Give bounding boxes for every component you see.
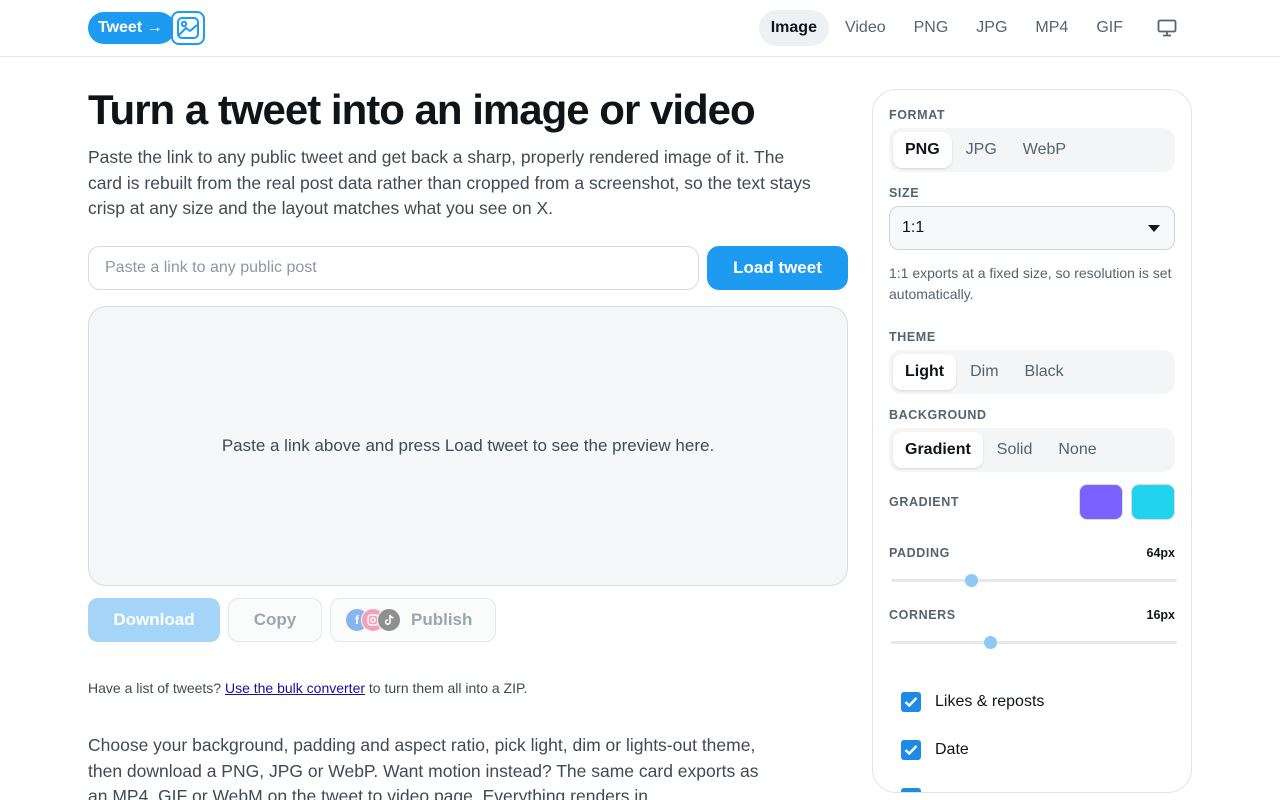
theme-segmented: Light Dim Black xyxy=(889,350,1175,394)
bulk-hint: Have a list of tweets? Use the bulk conv… xyxy=(88,680,527,696)
nav-gif[interactable]: GIF xyxy=(1084,10,1135,46)
logo-text: Tweet → xyxy=(88,12,175,44)
likes-reposts-toggle[interactable]: Likes & reposts xyxy=(901,692,1044,712)
preview-area: Paste a link above and press Load tweet … xyxy=(88,306,848,586)
theme-option-dim[interactable]: Dim xyxy=(958,354,1010,390)
theme-label: THEME xyxy=(889,330,936,344)
corners-slider-track xyxy=(891,641,1177,644)
date-label: Date xyxy=(935,741,969,758)
download-button[interactable]: Download xyxy=(88,598,220,642)
main-nav: Image Video PNG JPG MP4 GIF xyxy=(758,10,1185,46)
nav-jpg[interactable]: JPG xyxy=(964,10,1019,46)
nav-mp4[interactable]: MP4 xyxy=(1023,10,1080,46)
size-hint: 1:1 exports at a fixed size, so resoluti… xyxy=(889,265,1172,302)
size-value: 1:1 xyxy=(902,219,925,236)
logo[interactable]: Tweet → xyxy=(88,11,205,45)
settings-panel: FORMAT PNG JPG WebP SIZE 1:1 1:1 exports… xyxy=(872,89,1192,793)
copy-button[interactable]: Copy xyxy=(228,598,322,642)
format-segmented: PNG JPG WebP xyxy=(889,128,1175,172)
publish-label: Publish xyxy=(411,610,473,629)
checkbox-checked-icon[interactable] xyxy=(901,692,921,712)
social-icons: f xyxy=(345,608,401,632)
corners-value: 16px xyxy=(1146,608,1176,622)
checkbox-checked-icon[interactable] xyxy=(901,740,921,760)
likes-reposts-label: Likes & reposts xyxy=(935,693,1045,710)
theme-option-light[interactable]: Light xyxy=(893,354,957,390)
nav-video[interactable]: Video xyxy=(833,10,898,46)
format-label: FORMAT xyxy=(889,108,946,122)
background-option-none[interactable]: None xyxy=(1046,432,1108,468)
image-icon xyxy=(170,11,205,45)
corners-slider[interactable] xyxy=(891,634,1177,650)
corners-label: CORNERS xyxy=(889,608,956,622)
padding-slider-thumb[interactable] xyxy=(965,574,979,587)
format-option-webp[interactable]: WebP xyxy=(1011,132,1078,168)
action-bar: Download Copy f Publish xyxy=(88,598,496,642)
nav-image[interactable]: Image xyxy=(758,10,829,46)
page-title: Turn a tweet into an image or video xyxy=(88,86,756,133)
background-option-solid[interactable]: Solid xyxy=(985,432,1045,468)
tiktok-icon xyxy=(377,608,401,632)
nav-png[interactable]: PNG xyxy=(902,10,961,46)
gradient-label: GRADIENT xyxy=(889,495,960,509)
chevron-down-icon xyxy=(1148,225,1160,232)
site-header: Tweet → Image Video PNG JPG MP4 GIF xyxy=(0,0,1280,57)
preview-placeholder: Paste a link above and press Load tweet … xyxy=(221,436,715,455)
background-label: BACKGROUND xyxy=(889,408,987,422)
tweet-url-input[interactable] xyxy=(88,246,699,290)
gradient-start-swatch[interactable] xyxy=(1079,484,1123,520)
background-segmented: Gradient Solid None xyxy=(889,428,1175,472)
padding-label: PADDING xyxy=(889,546,950,560)
format-option-png[interactable]: PNG xyxy=(893,132,952,168)
gradient-end-swatch[interactable] xyxy=(1131,484,1175,520)
format-option-jpg[interactable]: JPG xyxy=(954,132,1009,168)
bulk-converter-link[interactable]: Use the bulk converter xyxy=(225,680,365,696)
publish-button[interactable]: f Publish xyxy=(330,598,496,642)
size-select[interactable]: 1:1 xyxy=(889,206,1175,250)
bulk-suffix: to turn them all into a ZIP. xyxy=(368,680,528,696)
load-tweet-button[interactable]: Load tweet xyxy=(707,246,848,290)
corners-slider-thumb[interactable] xyxy=(983,636,997,649)
padding-slider[interactable] xyxy=(891,572,1177,588)
monitor-icon[interactable] xyxy=(1149,10,1185,46)
theme-option-black[interactable]: Black xyxy=(1013,354,1076,390)
body-paragraph: Choose your background, padding and aspe… xyxy=(88,735,759,800)
checkbox-checked-icon[interactable] xyxy=(901,788,921,792)
size-label: SIZE xyxy=(889,186,920,200)
page-lead: Paste the link to any public tweet and g… xyxy=(88,147,811,218)
padding-slider-track xyxy=(891,579,1177,582)
background-option-gradient[interactable]: Gradient xyxy=(893,432,983,468)
date-toggle[interactable]: Date xyxy=(901,740,969,760)
bulk-prefix: Have a list of tweets? xyxy=(88,680,222,696)
padding-value: 64px xyxy=(1146,546,1176,560)
